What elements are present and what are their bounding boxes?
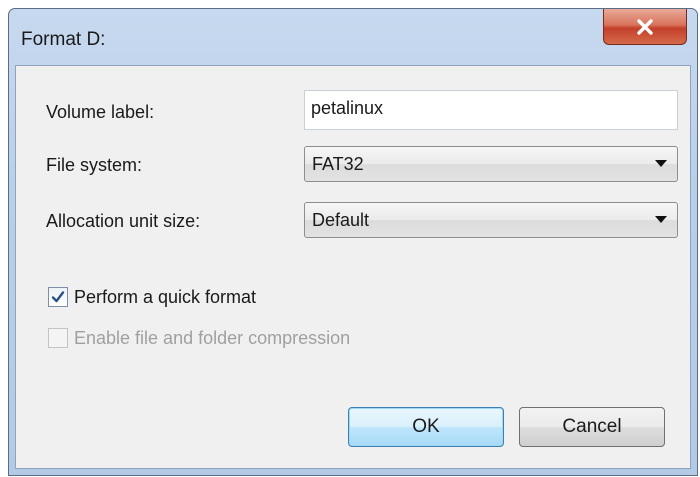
format-dialog: Format D: Volume label: petalinux File s…	[8, 8, 698, 476]
ok-button[interactable]: OK	[348, 407, 504, 447]
screen: Format D: Volume label: petalinux File s…	[0, 0, 700, 477]
title-bar[interactable]: Format D:	[9, 9, 697, 65]
quick-format-label[interactable]: Perform a quick format	[74, 287, 256, 308]
dialog-content: Volume label: petalinux File system: FAT…	[15, 65, 691, 469]
checkmark-icon	[51, 291, 65, 303]
compression-checkbox	[48, 328, 68, 348]
allocation-unit-size-caption: Allocation unit size:	[46, 211, 201, 231]
allocation-unit-size-value: Default	[312, 210, 370, 230]
chevron-down-icon	[655, 216, 667, 223]
allocation-unit-size-select[interactable]: Default	[304, 202, 678, 238]
close-icon	[635, 18, 655, 36]
volume-label-caption: Volume label:	[46, 102, 155, 122]
volume-label-input[interactable]: petalinux	[304, 90, 678, 130]
compression-label: Enable file and folder compression	[74, 328, 351, 348]
file-system-caption: File system:	[46, 155, 143, 175]
file-system-value: FAT32	[312, 154, 364, 174]
file-system-select[interactable]: FAT32	[304, 146, 678, 182]
close-button[interactable]	[603, 9, 687, 45]
chevron-down-icon	[655, 160, 667, 167]
quick-format-checkbox[interactable]	[48, 287, 68, 307]
cancel-button[interactable]: Cancel	[519, 407, 665, 447]
window-title: Format D:	[21, 29, 106, 50]
